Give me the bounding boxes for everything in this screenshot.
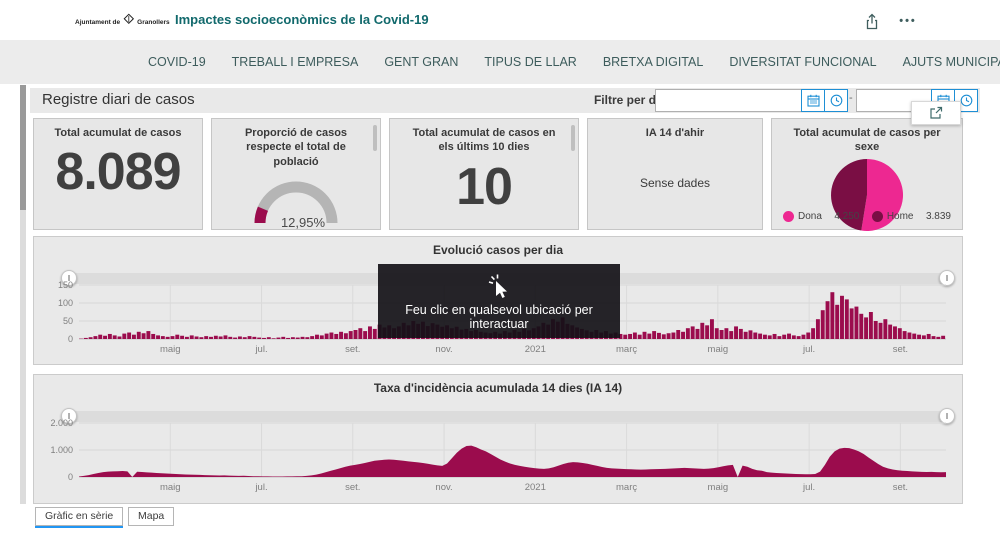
chart-title: Taxa d'incidència acumulada 14 dies (IA …: [34, 381, 962, 395]
pie-legend: Dona 4.250 Home 3.839: [772, 211, 962, 222]
interaction-hint-overlay: Feu clic en qualsevol ubicació per inter…: [378, 264, 620, 338]
svg-text:nov.: nov.: [435, 482, 452, 493]
svg-text:jul.: jul.: [254, 482, 267, 493]
legend-item-dona[interactable]: Dona: [783, 211, 822, 222]
svg-text:març: març: [616, 482, 637, 493]
granollers-logo: Ajuntament de Granollers: [75, 13, 170, 31]
active-tab-underline: [35, 526, 123, 528]
card-ultims-10-dies: Total acumulat de casos en els últims 10…: [389, 118, 579, 230]
popout-icon: [929, 106, 943, 120]
start-time-clock-button[interactable]: [824, 89, 848, 112]
date-filter-start: [655, 89, 848, 112]
total-casos-value: 8.089: [34, 142, 202, 202]
card-casos-per-sexe: Total acumulat de casos per sexe Dona 4.…: [771, 118, 963, 230]
page-scrollbar-thumb[interactable]: [20, 85, 26, 210]
legend-label: Dona: [798, 211, 822, 222]
gauge-chart: 12,95%: [212, 177, 380, 232]
card-ia14-ahir: IA 14 d'ahir Sense dades: [587, 118, 763, 230]
covid-dashboard: Ajuntament de Granollers Impactes socioe…: [0, 0, 1000, 537]
page-title: Registre diari de casos: [42, 91, 195, 108]
svg-text:jul.: jul.: [802, 344, 815, 355]
ellipsis-icon: •••: [899, 15, 917, 27]
page-tabs-bar: Gràfic en sèrie Mapa: [0, 504, 1000, 537]
card-title: Total acumulat de casos: [34, 119, 202, 140]
svg-text:set.: set.: [345, 482, 360, 493]
svg-text:0: 0: [68, 334, 73, 344]
logo-text-right: Granollers: [137, 19, 170, 26]
click-cursor-icon: [486, 273, 512, 304]
svg-text:maig: maig: [160, 482, 181, 493]
nav-tab-gent-gran[interactable]: GENT GRAN: [384, 55, 458, 69]
svg-text:març: març: [616, 344, 637, 355]
more-options-button[interactable]: •••: [898, 11, 918, 31]
nav-tab-ajuts-municipals[interactable]: AJUTS MUNICIPALS: [903, 55, 1000, 69]
dona-value: 4.250: [834, 211, 859, 222]
start-date-calendar-button[interactable]: [801, 89, 825, 112]
city-emblem-icon: [123, 13, 134, 31]
nav-tab-diversitat-funcional[interactable]: DIVERSITAT FUNCIONAL: [729, 55, 876, 69]
report-title: Impactes socioeconòmics de la Covid-19: [175, 12, 429, 27]
card-proporcio-poblacio: Proporció de casos respecte el total de …: [211, 118, 381, 230]
page-tab-mapa[interactable]: Mapa: [128, 507, 174, 526]
chart-title: Evolució casos per dia: [34, 243, 962, 257]
card-title: IA 14 d'ahir: [588, 119, 762, 140]
svg-text:1.000: 1.000: [50, 445, 73, 455]
svg-text:maig: maig: [708, 482, 729, 493]
dona-color-dot: [783, 211, 794, 222]
svg-text:jul.: jul.: [254, 344, 267, 355]
popout-button[interactable]: [911, 101, 961, 125]
card-scrollbar[interactable]: [571, 125, 575, 151]
app-header: Ajuntament de Granollers Impactes socioe…: [0, 0, 1000, 40]
interaction-hint-text: Feu clic en qualsevol ubicació per inter…: [378, 303, 620, 331]
page-tab-grafic-en-serie[interactable]: Gràfic en sèrie: [35, 507, 123, 526]
nav-tab-bretxa-digital[interactable]: BRETXA DIGITAL: [603, 55, 704, 69]
svg-text:nov.: nov.: [435, 344, 452, 355]
pie-chart[interactable]: [772, 156, 962, 239]
ia14-no-data-text: Sense dades: [588, 176, 762, 190]
svg-text:set.: set.: [893, 344, 908, 355]
tab-label: Gràfic en sèrie: [45, 510, 113, 522]
svg-text:maig: maig: [160, 344, 181, 355]
nav-tab-treball-i-empresa[interactable]: TREBALL I EMPRESA: [232, 55, 359, 69]
ia14-area-chart[interactable]: 0 1.000 2.000 maig jul. set. nov. 2021 març maig j…: [34, 419, 964, 499]
share-button[interactable]: [862, 11, 882, 31]
svg-text:2.000: 2.000: [50, 419, 73, 428]
start-date-input[interactable]: [655, 89, 802, 112]
svg-text:jul.: jul.: [802, 482, 815, 493]
svg-text:2021: 2021: [525, 482, 546, 493]
panel-taxa-incidencia: Taxa d'incidència acumulada 14 dies (IA …: [33, 374, 963, 504]
svg-text:set.: set.: [893, 482, 908, 493]
svg-text:100: 100: [58, 298, 73, 308]
home-color-dot: [872, 211, 883, 222]
gauge-value: 12,95%: [212, 215, 380, 230]
report-nav: COVID-19 TREBALL I EMPRESA GENT GRAN TIP…: [0, 40, 1000, 84]
date-range-separator: -: [849, 92, 853, 104]
tab-label: Mapa: [138, 510, 164, 522]
logo-text-left: Ajuntament de: [75, 19, 120, 26]
card-title: Proporció de casos respecte el total de …: [212, 119, 380, 169]
svg-text:maig: maig: [708, 344, 729, 355]
svg-text:150: 150: [58, 281, 73, 290]
svg-text:2021: 2021: [525, 344, 546, 355]
card-title: Total acumulat de casos en els últims 10…: [390, 119, 578, 155]
svg-text:50: 50: [63, 316, 73, 326]
nav-tab-covid19[interactable]: COVID-19: [148, 55, 206, 69]
svg-text:0: 0: [68, 472, 73, 482]
home-value: 3.839: [926, 211, 951, 222]
page-scrollbar[interactable]: [20, 85, 26, 520]
ultims-10-dies-value: 10: [390, 157, 578, 217]
nav-tab-tipus-de-llar[interactable]: TIPUS DE LLAR: [484, 55, 576, 69]
legend-item-home[interactable]: Home: [872, 211, 914, 222]
legend-label: Home: [887, 211, 914, 222]
svg-text:set.: set.: [345, 344, 360, 355]
card-scrollbar[interactable]: [373, 125, 377, 151]
card-total-casos: Total acumulat de casos 8.089: [33, 118, 203, 230]
